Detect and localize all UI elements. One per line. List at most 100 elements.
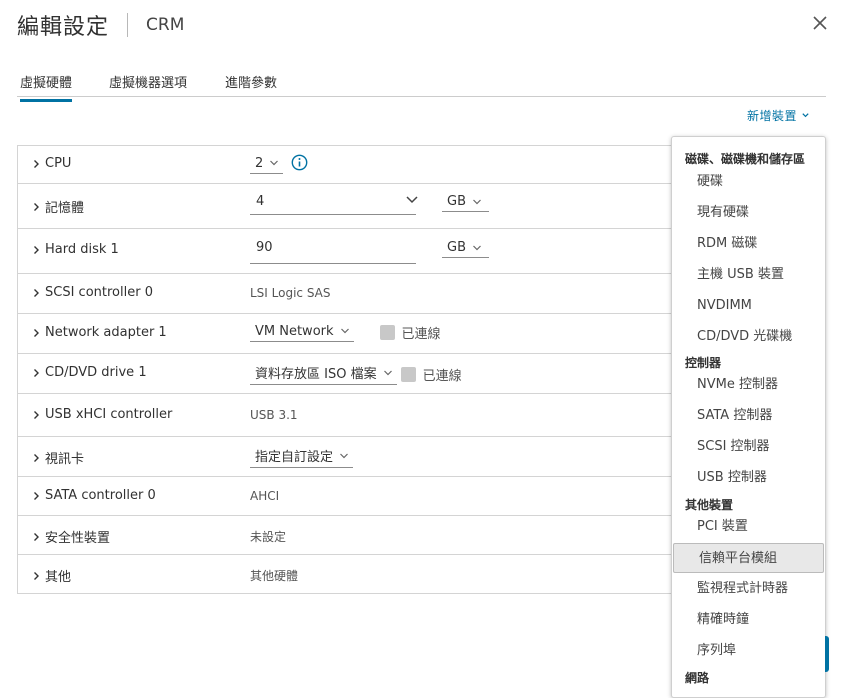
tab-bar: 虛擬硬體 虛擬機器選項 進階參數: [17, 66, 826, 102]
tab-advanced-parameters[interactable]: 進階參數: [225, 72, 277, 99]
network-connected-checkbox[interactable]: 已連線: [379, 323, 441, 342]
scsi-value: LSI Logic SAS: [250, 286, 331, 300]
video-label: 視訊卡: [45, 452, 85, 467]
network-value: VM Network: [255, 323, 334, 339]
cddvd-value: 資料存放區 ISO 檔案: [255, 367, 377, 382]
hard-disk-label: Hard disk 1: [45, 242, 119, 257]
chevron-right-icon: [34, 410, 39, 419]
network-connected-label: 已連線: [401, 327, 441, 342]
checkbox-box: [400, 366, 416, 382]
chevron-down-icon[interactable]: [405, 194, 419, 206]
usb-label: USB xHCI controller: [45, 407, 173, 422]
sata-label: SATA controller 0: [45, 488, 156, 503]
menu-group-network: 網路: [685, 671, 710, 685]
menu-item-serial-port[interactable]: 序列埠: [672, 636, 825, 666]
menu-item-rdm-disk[interactable]: RDM 磁碟: [672, 229, 825, 259]
vm-name: CRM: [146, 15, 185, 35]
video-select[interactable]: 指定自訂設定: [250, 446, 354, 468]
hard-disk-value: 90: [256, 240, 273, 255]
dialog-header: 編輯設定 CRM: [17, 10, 184, 40]
cpu-value: 2: [255, 155, 264, 171]
menu-item-sata-controller[interactable]: SATA 控制器: [672, 401, 825, 431]
security-label: 安全性裝置: [45, 531, 111, 546]
usb-value: USB 3.1: [250, 408, 298, 422]
cpu-label: CPU: [45, 156, 72, 171]
sata-expander[interactable]: SATA controller 0: [32, 488, 156, 503]
menu-item-nvme-controller[interactable]: NVMe 控制器: [672, 370, 825, 400]
menu-item-precision-clock[interactable]: 精確時鐘: [672, 605, 825, 635]
memory-combobox[interactable]: 4: [250, 190, 419, 215]
usb-expander[interactable]: USB xHCI controller: [32, 407, 172, 422]
menu-item-host-usb-device[interactable]: 主機 USB 裝置: [672, 260, 825, 290]
chevron-down-icon: [801, 109, 810, 123]
chevron-right-icon: [34, 328, 39, 337]
hard-disk-unit: GB: [447, 240, 466, 255]
menu-group-other-devices: 其他裝置: [685, 498, 734, 512]
chevron-down-icon: [340, 328, 349, 334]
security-expander[interactable]: 安全性裝置: [32, 527, 110, 546]
menu-item-trusted-platform-module[interactable]: 信賴平台模組: [673, 543, 824, 573]
menu-item-hard-disk[interactable]: 硬碟: [672, 167, 825, 197]
chevron-down-icon: [473, 245, 481, 250]
network-label: Network adapter 1: [45, 325, 167, 340]
tab-virtual-hardware[interactable]: 虛擬硬體: [20, 72, 73, 102]
chevron-down-icon: [473, 199, 481, 204]
cpu-select[interactable]: 2: [250, 155, 284, 174]
memory-label: 記憶體: [45, 201, 85, 216]
memory-unit: GB: [447, 194, 466, 209]
menu-item-watchdog-timer[interactable]: 監視程式計時器: [672, 574, 825, 604]
close-icon: [813, 16, 827, 30]
menu-item-cd-dvd-drive[interactable]: CD/DVD 光碟機: [672, 322, 825, 352]
menu-item-pci-device[interactable]: PCI 裝置: [672, 512, 825, 542]
other-label: 其他: [45, 570, 72, 585]
network-expander[interactable]: Network adapter 1: [32, 325, 167, 340]
menu-item-nvdimm[interactable]: NVDIMM: [672, 291, 825, 321]
chevron-down-icon: [383, 370, 392, 375]
info-icon[interactable]: [291, 154, 308, 175]
chevron-right-icon: [34, 368, 39, 377]
menu-group-controllers: 控制器: [685, 356, 722, 370]
sata-value: AHCI: [250, 489, 280, 503]
chevron-right-icon: [34, 571, 39, 580]
scsi-label: SCSI controller 0: [45, 285, 153, 300]
menu-item-usb-controller[interactable]: USB 控制器: [672, 463, 825, 493]
other-expander[interactable]: 其他: [32, 566, 71, 585]
cddvd-expander[interactable]: CD/DVD drive 1: [32, 365, 147, 380]
security-value: 未設定: [250, 530, 287, 544]
add-device-button[interactable]: 新增裝置: [747, 107, 810, 124]
other-value: 其他硬體: [250, 569, 299, 583]
scsi-expander[interactable]: SCSI controller 0: [32, 285, 153, 300]
chevron-right-icon: [34, 453, 39, 462]
chevron-right-icon: [34, 202, 39, 211]
cddvd-connected-checkbox[interactable]: 已連線: [400, 365, 462, 384]
close-button[interactable]: [809, 12, 831, 34]
network-select[interactable]: VM Network: [250, 324, 354, 342]
chevron-right-icon: [34, 288, 39, 297]
add-device-menu: 磁碟、磁碟機和儲存區 硬碟 現有硬碟 RDM 磁碟 主機 USB 裝置 NVDI…: [671, 136, 826, 698]
cpu-expander[interactable]: CPU: [32, 156, 71, 171]
video-expander[interactable]: 視訊卡: [32, 448, 84, 467]
tab-vm-options[interactable]: 虛擬機器選項: [109, 72, 187, 99]
cddvd-connected-label: 已連線: [422, 368, 462, 384]
hard-disk-unit-select[interactable]: GB: [442, 240, 489, 258]
primary-button-edge[interactable]: [825, 636, 829, 672]
memory-value: 4: [256, 194, 265, 209]
memory-unit-select[interactable]: GB: [442, 194, 489, 212]
checkbox-box: [379, 325, 395, 340]
menu-group-disks: 磁碟、磁碟機和儲存區: [685, 152, 806, 166]
cddvd-label: CD/DVD drive 1: [45, 365, 147, 380]
chevron-right-icon: [34, 245, 39, 254]
memory-expander[interactable]: 記憶體: [32, 197, 84, 216]
chevron-right-icon: [34, 491, 39, 500]
chevron-right-icon: [34, 532, 39, 541]
video-value: 指定自訂設定: [255, 450, 334, 465]
dialog-title: 編輯設定: [17, 15, 110, 40]
title-divider: [127, 13, 129, 37]
menu-item-scsi-controller[interactable]: SCSI 控制器: [672, 432, 825, 462]
menu-item-existing-hard-disk[interactable]: 現有硬碟: [672, 198, 825, 228]
hard-disk-expander[interactable]: Hard disk 1: [32, 242, 119, 257]
chevron-down-icon: [340, 453, 348, 458]
chevron-right-icon: [34, 159, 39, 168]
hard-disk-size-input[interactable]: 90: [250, 239, 416, 264]
cddvd-select[interactable]: 資料存放區 ISO 檔案: [250, 363, 397, 385]
